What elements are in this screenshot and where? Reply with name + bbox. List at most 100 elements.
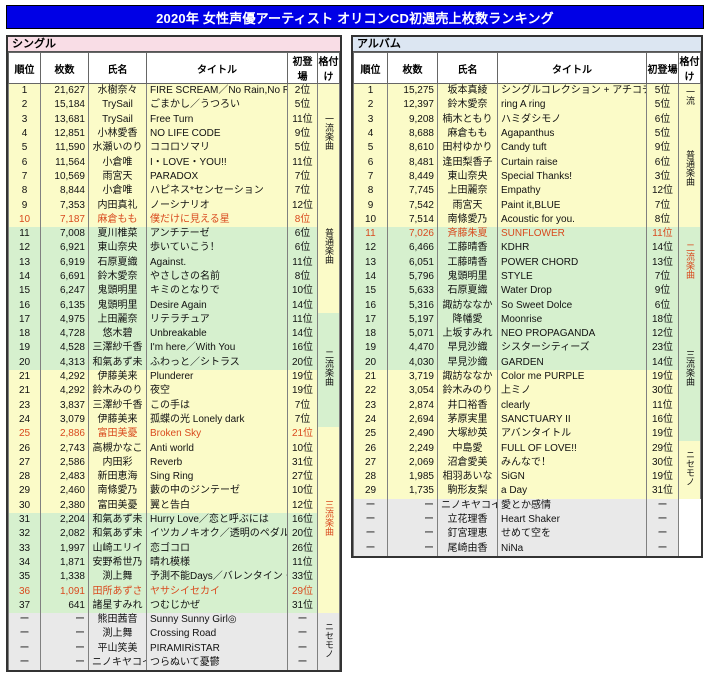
cell-rank: 27 xyxy=(8,455,41,471)
grade-cell-ichiryu: 一流 xyxy=(678,83,701,113)
cell-title: 歩いていこう！ xyxy=(146,241,288,256)
col-header-grade: 格付け xyxy=(678,52,701,84)
table-row: 16 6,135 鬼頭明里 Desire Again 14位 xyxy=(8,298,340,313)
cell-title: NiNa xyxy=(497,541,647,556)
cell-debut: 12位 xyxy=(646,184,679,199)
table-row: 5 8,610 田村ゆかり Candy tuft 9位 xyxy=(353,141,701,156)
table-row: 26 2,249 中島愛 FULL OF LOVE!! 29位 ニセモノ xyxy=(353,441,701,499)
table-row: 8 7,745 上田麗奈 Empathy 12位 xyxy=(353,184,701,199)
table-row: 29 2,460 南條愛乃 藪の中のジンテーゼ 10位 xyxy=(8,484,340,499)
singles-body: 121,627水樹奈々FIRE SCREAM／No Rain,No Rainbo… xyxy=(8,83,340,671)
table-row: 24 3,079 伊藤美来 孤蝶の光 Lonely dark 7位 xyxy=(8,412,340,428)
cell-rank: 22 xyxy=(353,384,388,399)
cell-sales: ー xyxy=(387,541,438,556)
table-row: 21 4,292 伊藤美来 Plunderer 19位 xyxy=(8,369,340,385)
cell-title: 晴れ模様 xyxy=(146,555,288,571)
cell-name: 三澤紗千香 xyxy=(88,341,147,356)
cell-sales: 6,135 xyxy=(40,298,89,313)
cell-title: ring A ring xyxy=(497,98,647,113)
table-row: 20 4,030 早見沙織 GARDEN 14位 xyxy=(353,355,701,370)
cell-title: I・LOVE・YOU!! xyxy=(146,155,288,170)
cell-sales: 21,627 xyxy=(40,83,89,99)
cell-name: 内田真礼 xyxy=(88,198,147,213)
cell-sales: 2,886 xyxy=(40,427,89,442)
singles-section-title: シングル xyxy=(8,37,340,52)
cell-name: 工藤晴香 xyxy=(437,241,498,256)
cell-rank: 4 xyxy=(353,126,388,142)
table-row: 11 7,008 夏川椎菜 アンチテーゼ 6位 xyxy=(8,226,340,242)
table-row: 6 8,481 逢田梨香子 Curtain raise 6位 xyxy=(353,155,701,170)
cell-debut: 9位 xyxy=(646,141,679,156)
cell-title: 愛とか感情 xyxy=(497,498,647,513)
cell-name: 東山奈央 xyxy=(88,241,147,256)
table-row: 20 4,313 和氣あず未 ふわっと／シトラス 20位 xyxy=(8,355,340,370)
col-header-name: 氏名 xyxy=(437,52,498,84)
cell-rank: ー xyxy=(8,641,41,656)
cell-debut: 31位 xyxy=(287,455,318,471)
cell-title: a Day xyxy=(497,484,647,499)
grade-cell-nisemono: ニセモノ xyxy=(317,612,340,671)
grade-label: ニセモノ xyxy=(685,450,695,487)
cell-sales: 8,688 xyxy=(387,126,438,142)
cell-debut: 5位 xyxy=(287,141,318,156)
cell-debut: 31位 xyxy=(287,598,318,613)
albums-table: 順位 枚数 氏名 タイトル 初登場 格付け 1 15,275 坂本真綾 シングルコレク… xyxy=(353,52,701,556)
grade-cell-sanryu: 三流楽曲 xyxy=(317,427,340,613)
cell-rank: 17 xyxy=(8,312,41,328)
cell-name: 駒形友梨 xyxy=(437,484,498,499)
cell-sales: 7,353 xyxy=(40,198,89,213)
cell-debut: 10位 xyxy=(287,284,318,299)
cell-title: Water Drop xyxy=(497,284,647,299)
cell-rank: 25 xyxy=(8,427,41,442)
cell-title: Sunny Sunny Girl◎ xyxy=(146,612,288,628)
cell-name: 小林愛香 xyxy=(88,126,147,142)
cell-debut: 3位 xyxy=(646,169,679,185)
cell-sales: 4,975 xyxy=(40,312,89,328)
table-row: 19 4,470 早見沙織 シスターシティーズ 23位 xyxy=(353,341,701,356)
cell-debut: ー xyxy=(646,541,679,556)
albums-section: アルバム 順位 枚数 氏名 タイトル 初登場 格付け 1 15,275 坂本真綾… xyxy=(351,35,703,558)
table-row: 8 8,844 小倉唯 ハピネス*センセーション 7位 普通楽曲 xyxy=(8,184,340,313)
cell-sales: 8,610 xyxy=(387,141,438,156)
cell-rank: 14 xyxy=(353,269,388,285)
cell-rank: 36 xyxy=(8,584,41,599)
cell-rank: 7 xyxy=(353,169,388,185)
cell-sales: 8,481 xyxy=(387,155,438,170)
table-row: ーー釘宮理恵 せめて空をー xyxy=(353,527,701,542)
col-header-debut: 初登場 xyxy=(646,52,679,84)
table-row: ーー渕上舞 Crossing Road ー xyxy=(8,627,340,642)
cell-debut: 20位 xyxy=(287,527,318,542)
col-header-grade: 格付け xyxy=(317,52,340,84)
cell-rank: 15 xyxy=(8,284,41,299)
table-row: 7 8,449 東山奈央 Special Thanks! 3位 xyxy=(353,169,701,185)
cell-rank: 23 xyxy=(353,398,388,413)
cell-rank: 35 xyxy=(8,570,41,585)
cell-sales: 7,514 xyxy=(387,212,438,227)
cell-rank: ー xyxy=(353,512,388,528)
cell-name: 早見沙織 xyxy=(437,355,498,370)
cell-debut: 6位 xyxy=(646,298,679,313)
cell-name: 鈴木みのり xyxy=(88,384,147,399)
cell-name: 伊藤美来 xyxy=(88,412,147,428)
cell-rank: 31 xyxy=(8,512,41,528)
cell-title: Curtain raise xyxy=(497,155,647,170)
grade-label: 普通楽曲 xyxy=(685,149,695,186)
cell-title: 夜空 xyxy=(146,384,288,399)
cell-name: 田村ゆかり xyxy=(437,141,498,156)
cell-rank: 2 xyxy=(8,98,41,113)
cell-rank: 8 xyxy=(353,184,388,199)
cell-debut: 30位 xyxy=(646,455,679,471)
cell-sales: 6,919 xyxy=(40,255,89,270)
cell-rank: 32 xyxy=(8,527,41,542)
cell-debut: ー xyxy=(287,655,318,671)
cell-sales: 4,313 xyxy=(40,355,89,370)
cell-sales: 7,008 xyxy=(40,226,89,242)
cell-name: 和氣あず未 xyxy=(88,512,147,528)
cell-rank: 19 xyxy=(8,341,41,356)
cell-title: Reverb xyxy=(146,455,288,471)
cell-debut: ー xyxy=(646,512,679,528)
table-row: 6 11,564 小倉唯 I・LOVE・YOU!! 11位 xyxy=(8,155,340,170)
cell-sales: 3,837 xyxy=(40,398,89,413)
table-row: 26 2,743 高槻かなこ Anti world 10位 xyxy=(8,441,340,456)
table-row: 14 6,691 鈴木愛奈 やさしさの名前 8位 xyxy=(8,269,340,285)
